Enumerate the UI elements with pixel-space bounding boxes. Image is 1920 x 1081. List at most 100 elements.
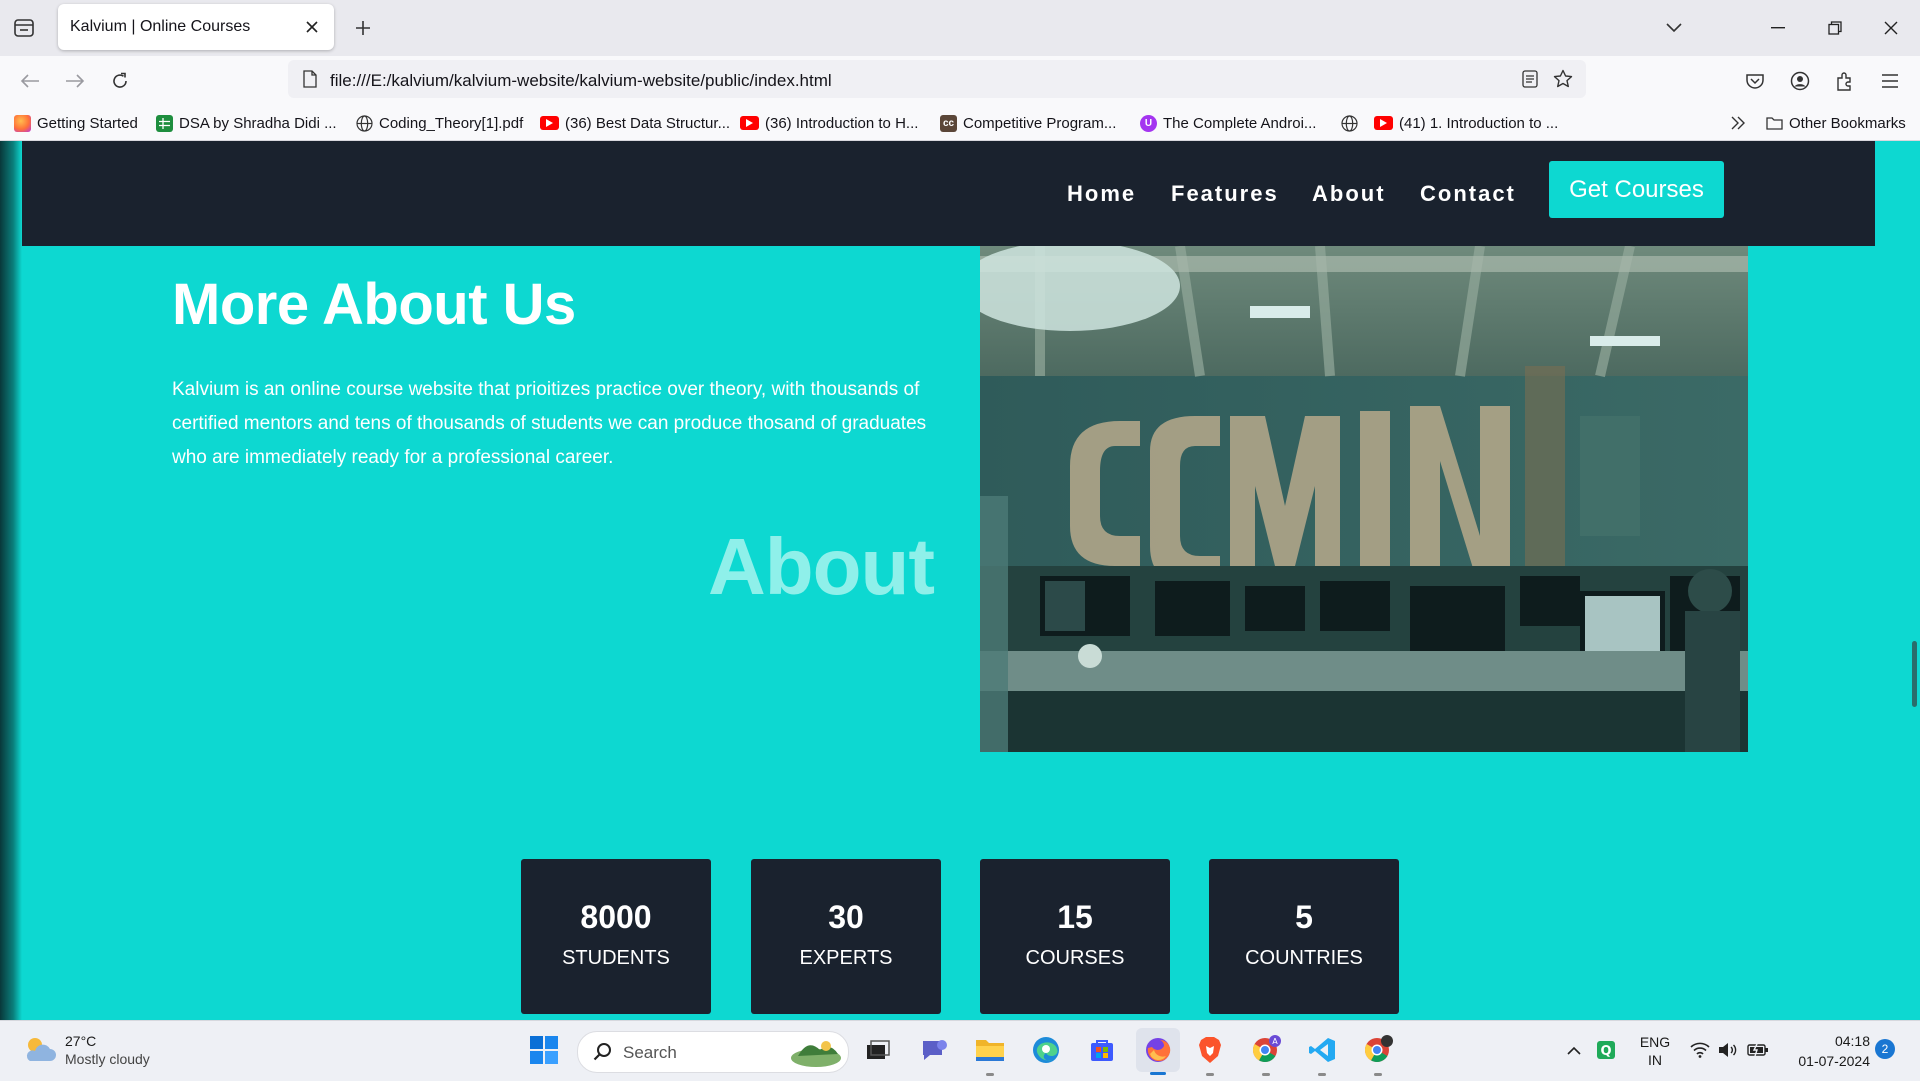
chrome-profile-icon[interactable] xyxy=(1360,1032,1396,1076)
other-bookmarks-label: Other Bookmarks xyxy=(1789,114,1906,132)
browser-toolbar: file:///E:/kalvium/kalvium-website/kalvi… xyxy=(0,56,1920,104)
browser-tab-active[interactable]: Kalvium | Online Courses xyxy=(58,4,334,50)
edge-browser-icon[interactable] xyxy=(1028,1032,1064,1068)
stat-value: 5 xyxy=(1295,899,1313,935)
get-courses-button[interactable]: Get Courses xyxy=(1549,161,1724,218)
running-indicator xyxy=(1206,1073,1214,1076)
show-hidden-icons-chevron-icon[interactable] xyxy=(1562,1032,1586,1068)
nav-link-features[interactable]: Features xyxy=(1171,181,1279,207)
youtube-icon xyxy=(1374,116,1393,130)
stat-card: 30 EXPERTS xyxy=(751,859,941,1014)
bookmark-item[interactable]: DSA by Shradha Didi ... xyxy=(156,112,337,134)
pocket-icon[interactable] xyxy=(1740,66,1770,96)
close-icon[interactable] xyxy=(302,17,322,37)
page-scrollbar[interactable] xyxy=(1906,141,1920,1020)
window-close-icon[interactable] xyxy=(1868,10,1914,46)
taskbar-search[interactable]: Search xyxy=(577,1031,849,1073)
office-photo xyxy=(980,246,1748,752)
bookmark-star-icon[interactable] xyxy=(1552,68,1574,90)
volume-icon[interactable] xyxy=(1716,1032,1740,1068)
back-arrow-icon[interactable] xyxy=(15,66,45,96)
more-bookmarks-chevron-icon[interactable] xyxy=(1730,112,1746,134)
system-clock[interactable]: 04:18 01-07-2024 xyxy=(1780,1031,1870,1071)
bookmark-label: Competitive Program... xyxy=(963,114,1117,132)
windows-taskbar: 27°C Mostly cloudy Search A Q ENG IN 04:… xyxy=(0,1020,1920,1081)
clock-date: 01-07-2024 xyxy=(1798,1053,1870,1069)
reader-view-icon[interactable] xyxy=(1520,69,1540,89)
globe-icon xyxy=(356,114,373,132)
restore-icon[interactable] xyxy=(1812,10,1858,46)
udemy-icon: U xyxy=(1140,114,1157,132)
globe-icon xyxy=(1341,114,1358,132)
about-heading: More About Us xyxy=(172,272,576,337)
youtube-icon xyxy=(740,116,759,130)
weather-widget[interactable]: 27°C Mostly cloudy xyxy=(20,1031,220,1073)
bookmark-label: Coding_Theory[1].pdf xyxy=(379,114,524,132)
bookmark-label: (41) 1. Introduction to ... xyxy=(1399,114,1559,132)
stat-value: 30 xyxy=(828,899,864,935)
running-indicator xyxy=(986,1073,994,1076)
scrollbar-thumb[interactable] xyxy=(1912,641,1917,707)
bookmark-item[interactable]: Getting Started xyxy=(14,112,138,134)
microsoft-store-icon[interactable] xyxy=(1084,1032,1120,1068)
file-explorer-icon[interactable] xyxy=(972,1032,1008,1076)
bookmark-label: DSA by Shradha Didi ... xyxy=(179,114,337,132)
new-tab-plus-icon[interactable] xyxy=(349,14,377,42)
minimize-icon[interactable] xyxy=(1755,10,1801,46)
bookmark-item[interactable]: (41) 1. Introduction to ... xyxy=(1374,112,1558,134)
language-code: ENG xyxy=(1639,1034,1671,1050)
nav-link-contact[interactable]: Contact xyxy=(1420,181,1516,207)
menu-hamburger-icon[interactable] xyxy=(1875,66,1905,96)
search-icon xyxy=(593,1042,613,1067)
firefox-view-icon[interactable] xyxy=(10,14,38,42)
page-icon xyxy=(300,69,320,89)
about-watermark-text: About xyxy=(708,522,935,611)
site-header: Home Features About Contact Get Courses xyxy=(22,141,1875,246)
windows-start-icon[interactable] xyxy=(526,1032,562,1068)
nav-link-about[interactable]: About xyxy=(1312,181,1386,207)
address-bar[interactable]: file:///E:/kalvium/kalvium-website/kalvi… xyxy=(288,60,1586,98)
bookmark-item[interactable]: cc Competitive Program... xyxy=(940,112,1116,134)
stat-card: 15 COURSES xyxy=(980,859,1170,1014)
input-language[interactable]: ENG IN xyxy=(1637,1033,1673,1069)
browser-tab-bar: Kalvium | Online Courses xyxy=(0,0,1920,56)
stat-value: 15 xyxy=(1057,899,1093,935)
bookmark-item[interactable]: (36) Introduction to H... xyxy=(740,112,918,134)
task-view-icon[interactable] xyxy=(860,1032,896,1068)
chat-icon[interactable] xyxy=(916,1032,952,1068)
nav-link-home[interactable]: Home xyxy=(1067,181,1136,207)
wifi-icon[interactable] xyxy=(1688,1032,1712,1068)
stat-label: COURSES xyxy=(1025,947,1125,969)
running-indicator xyxy=(1262,1073,1270,1076)
search-label: Search xyxy=(623,1043,677,1062)
stat-label: COUNTRIES xyxy=(1245,947,1363,969)
bookmark-label: The Complete Androi... xyxy=(1163,114,1317,132)
chrome-profile-a-icon[interactable]: A xyxy=(1248,1032,1284,1076)
brave-browser-icon[interactable] xyxy=(1192,1032,1228,1076)
account-icon[interactable] xyxy=(1785,66,1815,96)
bookmark-item[interactable]: Coding_Theory[1].pdf xyxy=(356,112,523,134)
notification-badge[interactable]: 2 xyxy=(1875,1039,1895,1059)
firefox-icon xyxy=(14,114,31,132)
reload-icon[interactable] xyxy=(105,66,135,96)
stat-label: STUDENTS xyxy=(562,947,670,969)
bookmark-item[interactable]: (36) Best Data Structur... xyxy=(540,112,730,134)
bookmark-item[interactable] xyxy=(1341,112,1364,134)
chevron-down-icon[interactable] xyxy=(1660,14,1688,42)
bookmark-label: (36) Introduction to H... xyxy=(765,114,919,132)
quick-access-tray-icon[interactable]: Q xyxy=(1592,1032,1620,1068)
vscode-icon[interactable] xyxy=(1304,1032,1340,1076)
about-description: Kalvium is an online course website that… xyxy=(172,379,927,468)
weather-description: Mostly cloudy xyxy=(65,1051,150,1067)
page-viewport: Home Features About Contact Get Courses … xyxy=(0,141,1920,1020)
bookmark-item[interactable]: U The Complete Androi... xyxy=(1140,112,1316,134)
folder-icon xyxy=(1766,115,1783,132)
stat-card: 8000 STUDENTS xyxy=(521,859,711,1014)
cloudy-weather-icon xyxy=(22,1035,56,1070)
forward-arrow-icon[interactable] xyxy=(60,66,90,96)
url-text[interactable]: file:///E:/kalvium/kalvium-website/kalvi… xyxy=(330,71,832,91)
other-bookmarks[interactable]: Other Bookmarks xyxy=(1766,112,1906,134)
battery-charging-icon[interactable] xyxy=(1745,1032,1771,1068)
firefox-taskbar-icon[interactable] xyxy=(1136,1028,1180,1075)
extensions-icon[interactable] xyxy=(1830,66,1860,96)
